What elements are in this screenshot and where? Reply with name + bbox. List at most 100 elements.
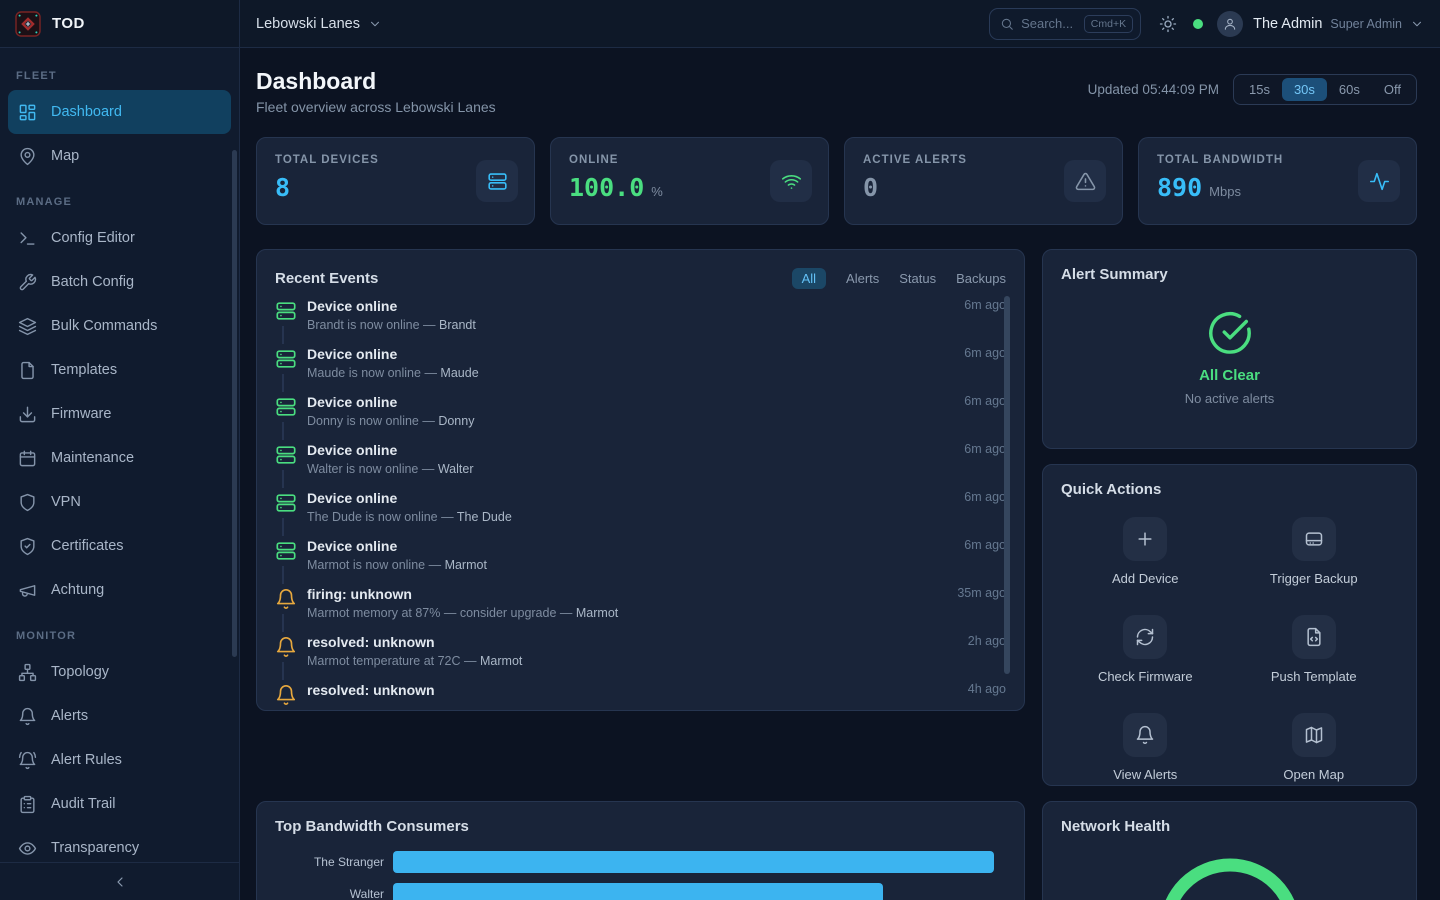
app-logo-icon: [15, 11, 41, 37]
quick-action-view-alerts[interactable]: View Alerts: [1061, 713, 1230, 782]
bandwidth-bars: The Stranger Walter: [275, 851, 1006, 900]
alert-triangle-icon: [1075, 171, 1096, 192]
sidebar-item-maintenance[interactable]: Maintenance: [8, 436, 231, 480]
sidebar-item-config-editor[interactable]: Config Editor: [8, 216, 231, 260]
page-heading-block: Dashboard Fleet overview across Lebowski…: [256, 68, 496, 116]
sidebar-item-transparency[interactable]: Transparency: [8, 826, 231, 862]
dashboard-icon: [18, 103, 37, 122]
event-row[interactable]: Device onlineMaude is now online — Maude…: [275, 344, 1006, 392]
event-row[interactable]: resolved: unknownMarmot temperature at 7…: [275, 632, 1006, 680]
sidebar-item-alerts[interactable]: Alerts: [8, 694, 231, 738]
sidebar-item-topology[interactable]: Topology: [8, 650, 231, 694]
quick-action-check-firmware[interactable]: Check Firmware: [1061, 615, 1230, 684]
events-scrollbar[interactable]: [1004, 296, 1010, 674]
refresh-option-60s[interactable]: 60s: [1327, 78, 1372, 101]
quick-action-iconbox: [1292, 713, 1336, 757]
stat-iconbox: [1358, 160, 1400, 202]
sidebar-item-achtung[interactable]: Achtung: [8, 568, 231, 612]
content-grid: Recent Events AllAlertsStatusBackups Dev…: [256, 249, 1417, 786]
avatar[interactable]: [1217, 11, 1243, 37]
user-icon: [1223, 17, 1237, 31]
map-pin-icon: [18, 147, 37, 166]
sidebar-item-alert-rules[interactable]: Alert Rules: [8, 738, 231, 782]
quick-actions-card: Quick Actions Add Device Trigger Backup …: [1042, 464, 1417, 786]
event-row[interactable]: firing: unknownMarmot memory at 87% — co…: [275, 584, 1006, 632]
events-tab-backups[interactable]: Backups: [956, 268, 1006, 289]
wifi-icon: [781, 171, 802, 192]
sidebar-item-label: Templates: [51, 362, 117, 378]
event-row[interactable]: Device onlineWalter is now online — Walt…: [275, 440, 1006, 488]
quick-actions-grid: Add Device Trigger Backup Check Firmware…: [1061, 517, 1398, 782]
event-time: 4h ago: [968, 680, 1006, 711]
recent-events-header: Recent Events AllAlertsStatusBackups: [275, 266, 1006, 290]
refresh-option-off[interactable]: Off: [1372, 78, 1413, 101]
refresh-option-30s[interactable]: 30s: [1282, 78, 1327, 101]
right-column: Alert Summary All Clear No active alerts…: [1042, 249, 1417, 786]
eye-icon: [18, 839, 37, 858]
event-time: 6m ago: [964, 296, 1006, 344]
event-bell-icon: [275, 584, 297, 614]
stat-value: 890: [1157, 175, 1202, 201]
quick-action-iconbox: [1123, 615, 1167, 659]
event-title: resolved: unknown: [307, 633, 956, 651]
quick-action-open-map[interactable]: Open Map: [1230, 713, 1399, 782]
sidebar-item-label: Alerts: [51, 708, 88, 724]
layers-icon: [18, 317, 37, 336]
page-subtitle: Fleet overview across Lebowski Lanes: [256, 98, 496, 116]
quick-action-label: Open Map: [1283, 767, 1344, 782]
sidebar-item-label: Audit Trail: [51, 796, 115, 812]
quick-action-iconbox: [1123, 517, 1167, 561]
event-detail: Marmot memory at 87% — consider upgrade …: [307, 605, 945, 621]
events-tab-status[interactable]: Status: [899, 268, 936, 289]
search-input[interactable]: [1021, 16, 1077, 31]
stat-value: 0: [863, 175, 878, 201]
quick-action-iconbox: [1292, 517, 1336, 561]
nav-section-label: MONITOR: [8, 630, 231, 642]
topology-icon: [18, 663, 37, 682]
sidebar-item-label: Maintenance: [51, 450, 134, 466]
event-row[interactable]: Device onlineMarmot is now online — Marm…: [275, 536, 1006, 584]
event-time: 6m ago: [964, 392, 1006, 440]
search-box[interactable]: Cmd+K: [989, 8, 1141, 40]
sidebar-item-firmware[interactable]: Firmware: [8, 392, 231, 436]
sidebar-item-audit-trail[interactable]: Audit Trail: [8, 782, 231, 826]
sidebar-item-vpn[interactable]: VPN: [8, 480, 231, 524]
event-title: Device online: [307, 393, 952, 411]
sidebar-item-label: Bulk Commands: [51, 318, 157, 334]
event-body: resolved: unknown: [307, 680, 956, 711]
event-row[interactable]: Device onlineThe Dude is now online — Th…: [275, 488, 1006, 536]
stat-suffix: Mbps: [1209, 184, 1241, 199]
event-body: Device onlineWalter is now online — Walt…: [307, 440, 952, 488]
event-detail: Walter is now online — Walter: [307, 461, 952, 477]
user-menu-chevron-icon[interactable]: [1410, 17, 1424, 31]
sidebar-item-certificates[interactable]: Certificates: [8, 524, 231, 568]
sidebar-item-templates[interactable]: Templates: [8, 348, 231, 392]
alert-summary-body: All Clear No active alerts: [1061, 283, 1398, 432]
sidebar-item-dashboard[interactable]: Dashboard: [8, 90, 231, 134]
org-switcher[interactable]: Lebowski Lanes: [256, 16, 382, 32]
activity-icon: [1369, 171, 1390, 192]
sidebar-item-bulk-commands[interactable]: Bulk Commands: [8, 304, 231, 348]
quick-action-trigger-backup[interactable]: Trigger Backup: [1230, 517, 1399, 586]
bandwidth-bar-track: [393, 883, 1006, 900]
refresh-option-15s[interactable]: 15s: [1237, 78, 1282, 101]
theme-toggle-sun-icon[interactable]: [1159, 15, 1177, 33]
sidebar-scrollbar[interactable]: [232, 150, 237, 657]
search-shortcut-badge: Cmd+K: [1084, 15, 1133, 33]
sidebar-collapse-button[interactable]: [112, 874, 128, 890]
event-detail: Maude is now online — Maude: [307, 365, 952, 381]
sidebar-item-batch-config[interactable]: Batch Config: [8, 260, 231, 304]
event-row[interactable]: Device onlineDonny is now online — Donny…: [275, 392, 1006, 440]
terminal-icon: [18, 229, 37, 248]
check-circle-icon: [1207, 310, 1253, 356]
quick-action-add-device[interactable]: Add Device: [1061, 517, 1230, 586]
event-row[interactable]: Device onlineBrandt is now online — Bran…: [275, 296, 1006, 344]
events-tab-all[interactable]: All: [792, 268, 826, 289]
sidebar-item-map[interactable]: Map: [8, 134, 231, 178]
quick-action-push-template[interactable]: Push Template: [1230, 615, 1399, 684]
event-row[interactable]: resolved: unknown 4h ago: [275, 680, 1006, 711]
events-tab-alerts[interactable]: Alerts: [846, 268, 879, 289]
bell-icon: [1135, 725, 1155, 745]
quick-action-label: Check Firmware: [1098, 669, 1193, 684]
event-time: 2h ago: [968, 632, 1006, 680]
